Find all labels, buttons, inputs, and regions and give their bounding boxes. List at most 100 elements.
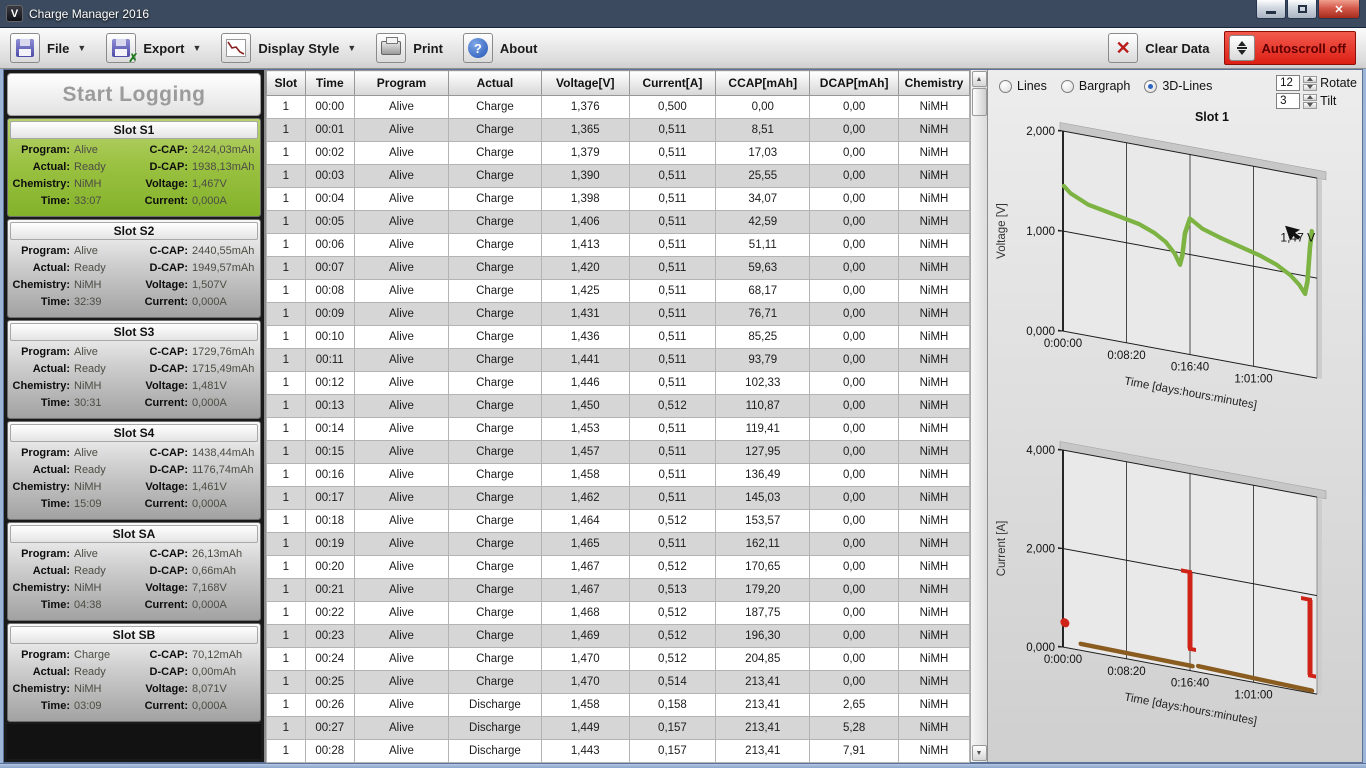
column-header[interactable]: DCAP[mAh] <box>810 71 899 96</box>
slot-header-button[interactable]: Slot SA <box>10 525 258 543</box>
table-cell: 1 <box>267 418 306 441</box>
voltage-label: Voltage: <box>130 479 188 496</box>
table-cell: 1 <box>267 165 306 188</box>
table-cell: 85,25 <box>716 326 810 349</box>
voltage-chart: 0,0001,0002,0000:00:000:08:200:16:401:01… <box>989 109 1361 430</box>
plot-area-3d <box>1058 122 1326 380</box>
start-logging-button[interactable]: Start Logging <box>7 73 261 116</box>
table-cell: 00:26 <box>305 694 354 717</box>
column-header[interactable]: Voltage[V] <box>541 71 629 96</box>
table-cell: 8,51 <box>716 119 810 142</box>
table-cell: 119,41 <box>716 418 810 441</box>
file-menu-button[interactable]: File ▼ <box>10 33 86 63</box>
column-header[interactable]: Current[A] <box>629 71 715 96</box>
table-row: 100:04AliveCharge1,3980,51134,070,00NiMH <box>267 188 970 211</box>
table-body: 100:00AliveCharge1,3760,5000,000,00NiMH1… <box>267 96 970 763</box>
file-label: File <box>47 41 69 56</box>
table-cell: 1 <box>267 579 306 602</box>
table-cell: 162,11 <box>716 533 810 556</box>
chart-mode-radio[interactable]: Bargraph <box>1061 79 1130 93</box>
table-cell: 00:20 <box>305 556 354 579</box>
table-cell: Charge <box>449 96 542 119</box>
export-menu-button[interactable]: ✗ Export ▼ <box>106 33 201 63</box>
table-cell: 0,511 <box>629 119 715 142</box>
table-cell: Alive <box>354 395 448 418</box>
window-frame: Start Logging Slot S1 Program: Alive C-C… <box>0 69 1366 763</box>
table-cell: 68,17 <box>716 280 810 303</box>
autoscroll-toggle-button[interactable]: Autoscroll off <box>1224 31 1357 65</box>
table-cell: 1,379 <box>541 142 629 165</box>
slot-header-button[interactable]: Slot S3 <box>10 323 258 341</box>
table-cell: 0,513 <box>629 579 715 602</box>
spin-down-button[interactable] <box>1303 102 1317 109</box>
table-row: 100:21AliveCharge1,4670,513179,200,00NiM… <box>267 579 970 602</box>
about-button[interactable]: ? About <box>463 33 538 63</box>
table-cell: 0,00 <box>810 349 899 372</box>
table-row: 100:08AliveCharge1,4250,51168,170,00NiMH <box>267 280 970 303</box>
chemistry-label: Chemistry: <box>10 681 70 698</box>
spin-up-button[interactable] <box>1303 76 1317 83</box>
program-label: Program: <box>10 647 70 664</box>
table-cell: 1 <box>267 257 306 280</box>
table-cell: Charge <box>449 602 542 625</box>
radio-label: 3D-Lines <box>1162 79 1212 93</box>
chevron-down-icon: ▼ <box>77 43 86 53</box>
print-button[interactable]: Print <box>376 33 443 63</box>
current-label: Current: <box>130 597 188 614</box>
column-header[interactable]: Slot <box>267 71 306 96</box>
y-tick-label: 0,000 <box>1026 642 1055 654</box>
column-header[interactable]: Time <box>305 71 354 96</box>
table-row: 100:28AliveDischarge1,4430,157213,417,91… <box>267 740 970 763</box>
chart-mode-radio[interactable]: Lines <box>999 79 1047 93</box>
slot-details: Program: Charge C-CAP: 70,12mAh Actual: … <box>8 645 260 717</box>
table-cell: 1,458 <box>541 464 629 487</box>
slot-header-button[interactable]: Slot S4 <box>10 424 258 442</box>
table-cell: 0,00 <box>810 648 899 671</box>
table-cell: 00:16 <box>305 464 354 487</box>
chart-mode-radio[interactable]: 3D-Lines <box>1144 79 1212 93</box>
table-cell: 0,157 <box>629 740 715 763</box>
table-cell: 00:21 <box>305 579 354 602</box>
slot-header-button[interactable]: Slot SB <box>10 626 258 644</box>
y-axis-title: Current [A] <box>996 521 1008 577</box>
chemistry-label: Chemistry: <box>10 378 70 395</box>
minimize-button[interactable] <box>1256 0 1286 19</box>
actual-value: Ready <box>70 260 130 277</box>
chevron-down-icon: ▼ <box>347 43 356 53</box>
spin-up-button[interactable] <box>1303 94 1317 101</box>
chart-3d-right-ribbon <box>1317 497 1322 695</box>
spin-down-button[interactable] <box>1303 84 1317 91</box>
table-cell: 1,431 <box>541 303 629 326</box>
table-cell: 0,00 <box>810 96 899 119</box>
slot-header-button[interactable]: Slot S2 <box>10 222 258 240</box>
table-cell: 1 <box>267 349 306 372</box>
column-header[interactable]: Actual <box>449 71 542 96</box>
table-cell: 0,512 <box>629 602 715 625</box>
voltage-chart-svg: 0,0001,0002,0000:00:000:08:200:16:401:01… <box>989 109 1361 427</box>
table-cell: 0,00 <box>810 211 899 234</box>
table-cell: Alive <box>354 280 448 303</box>
rotate-input[interactable]: 12 <box>1276 75 1300 91</box>
column-header[interactable]: CCAP[mAh] <box>716 71 810 96</box>
table-cell: 1,406 <box>541 211 629 234</box>
table-cell: 0,00 <box>810 441 899 464</box>
table-cell: 0,511 <box>629 487 715 510</box>
tilt-input[interactable]: 3 <box>1276 93 1300 109</box>
scroll-down-button[interactable]: ▼ <box>972 745 987 761</box>
maximize-button[interactable] <box>1287 0 1317 19</box>
table-cell: Alive <box>354 119 448 142</box>
column-header[interactable]: Program <box>354 71 448 96</box>
rotate-label: Rotate <box>1320 76 1357 90</box>
table-cell: 153,57 <box>716 510 810 533</box>
close-button[interactable]: ✕ <box>1318 0 1360 19</box>
table-cell: 1,453 <box>541 418 629 441</box>
scrollbar-thumb[interactable] <box>972 88 987 116</box>
scroll-up-button[interactable]: ▲ <box>972 71 987 87</box>
table-cell: Alive <box>354 648 448 671</box>
column-header[interactable]: Chemistry <box>898 71 969 96</box>
slot-header-button[interactable]: Slot S1 <box>10 121 258 139</box>
current-spike-foot <box>1188 648 1196 649</box>
table-cell: 0,00 <box>810 671 899 694</box>
display-style-menu-button[interactable]: Display Style ▼ <box>221 33 356 63</box>
clear-data-button[interactable]: ✕ Clear Data <box>1108 33 1209 63</box>
